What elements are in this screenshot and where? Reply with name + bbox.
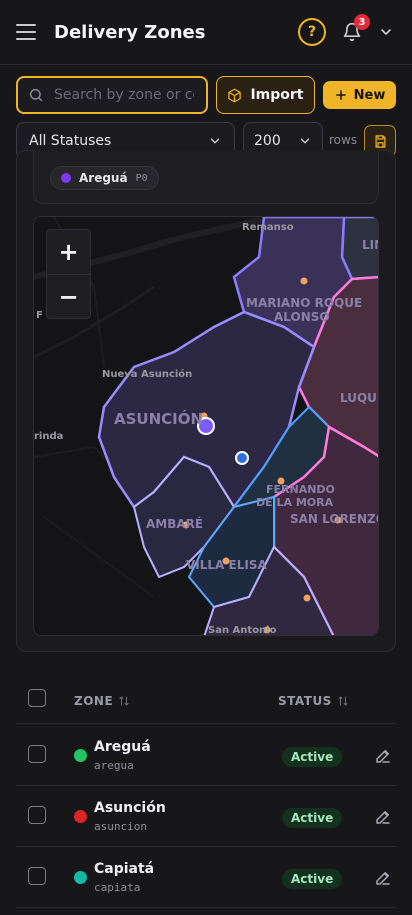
rows-label: rows <box>329 133 358 147</box>
map-zoom-controls: + − <box>46 229 91 319</box>
edit-icon[interactable] <box>374 808 392 826</box>
sort-icon <box>338 696 348 706</box>
map-label-lambare: AMBARÉ <box>146 516 203 531</box>
column-header-status[interactable]: STATUS <box>278 694 349 708</box>
zone-color-dot <box>74 749 87 762</box>
import-button[interactable]: Import <box>216 76 315 114</box>
zone-slug: capiata <box>94 881 141 894</box>
chevron-down-icon <box>210 138 220 144</box>
map-label-florida: rinda <box>34 431 63 442</box>
notification-badge: 3 <box>354 14 370 30</box>
select-all-checkbox[interactable] <box>28 689 46 707</box>
page-title: Delivery Zones <box>54 21 206 43</box>
search-input[interactable] <box>54 87 194 103</box>
search-field[interactable] <box>16 76 208 114</box>
map-label-de-la-mora: DE LA MORA <box>256 496 334 509</box>
rows-per-page-value: 200 <box>254 133 281 149</box>
zone-slug: aregua <box>94 759 134 772</box>
new-label: New <box>353 87 386 103</box>
zoom-in-button[interactable]: + <box>47 230 90 274</box>
table-row[interactable]: Areguá aregua Active <box>16 725 396 786</box>
status-badge: Active <box>282 869 343 889</box>
edit-icon[interactable] <box>374 869 392 887</box>
header-divider <box>0 64 412 65</box>
zone-slug: asuncion <box>94 820 147 833</box>
map-label-nueva-asuncion: Nueva Asunción <box>102 368 192 380</box>
zone-name: Capiatá <box>94 861 155 877</box>
legend-chip[interactable]: Areguá P0 <box>50 166 159 190</box>
edit-icon[interactable] <box>374 747 392 765</box>
save-icon <box>375 134 385 148</box>
help-icon[interactable]: ? <box>298 18 326 46</box>
map-label-fernando: FERNANDO <box>266 483 335 496</box>
row-checkbox[interactable] <box>28 867 46 885</box>
map-label-alonso: ALONSO <box>274 310 330 324</box>
legend-color-dot <box>61 173 71 183</box>
status-filter-value: All Statuses <box>29 133 112 149</box>
map-label-san-antonio: San Antonio <box>208 625 277 636</box>
map-label-luque: LUQUE <box>340 391 379 405</box>
map-label-lim: LIM <box>362 238 379 252</box>
map-label-san-lorenzo: SAN LORENZO <box>290 512 379 526</box>
top-app-bar: Delivery Zones ? 3 <box>0 0 412 64</box>
row-checkbox[interactable] <box>28 806 46 824</box>
column-status-label: STATUS <box>278 694 332 708</box>
map-label-mariano: MARIANO ROQUE <box>246 296 362 310</box>
status-badge: Active <box>282 808 343 828</box>
map-label-f: F <box>36 310 43 321</box>
zoom-out-button[interactable]: − <box>47 275 90 319</box>
map-label-villa-elisa: VILLA ELISA <box>186 558 267 572</box>
map-label-asuncion: ASUNCIÓN <box>114 409 203 428</box>
legend-priority: P0 <box>135 172 148 184</box>
zone-color-dot <box>74 810 87 823</box>
zone-name: Asunción <box>94 800 166 816</box>
notifications-button[interactable]: 3 <box>338 14 370 46</box>
zone-color-dot <box>74 871 87 884</box>
chevron-down-icon <box>300 138 310 144</box>
zone-name: Areguá <box>94 739 151 755</box>
box-icon <box>228 88 242 102</box>
map-label-remanso: Remanso <box>242 222 294 233</box>
status-badge: Active <box>282 747 343 767</box>
column-zone-label: ZONE <box>74 694 114 708</box>
new-zone-button[interactable]: New <box>323 81 396 109</box>
plus-icon <box>335 90 346 100</box>
row-checkbox[interactable] <box>28 745 46 763</box>
import-label: Import <box>250 87 304 103</box>
search-icon <box>29 88 43 102</box>
table-header: ZONE STATUS <box>16 676 396 724</box>
table-row[interactable]: Capiatá capiata Active <box>16 847 396 908</box>
sort-icon <box>119 696 129 706</box>
table-row[interactable]: Asunción asuncion Active <box>16 786 396 847</box>
menu-icon[interactable] <box>16 20 40 44</box>
column-header-zone[interactable]: ZONE <box>74 694 130 708</box>
legend-zone-name: Areguá <box>79 171 128 185</box>
account-menu-chevron-icon[interactable] <box>376 22 396 42</box>
